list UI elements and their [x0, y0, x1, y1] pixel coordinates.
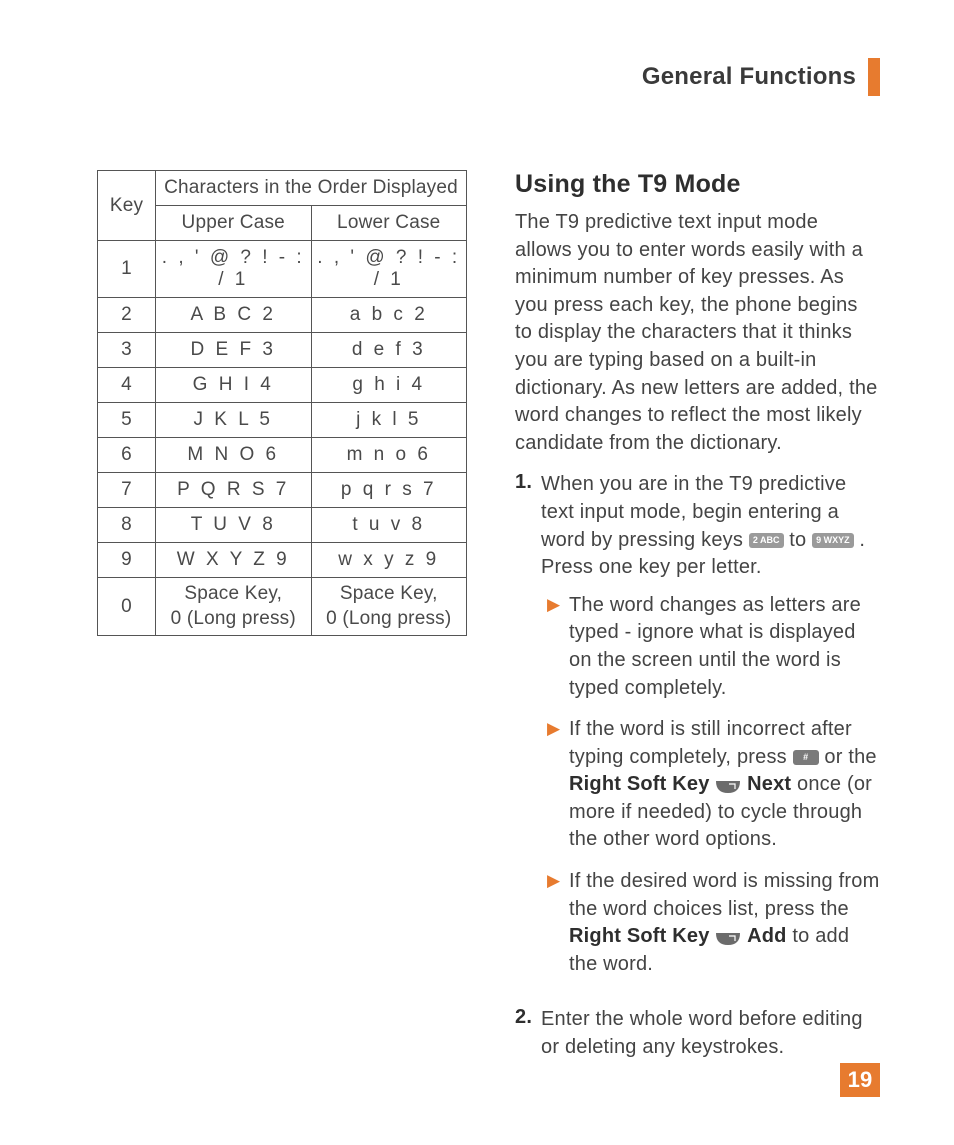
table-row: 4G H I 4g h i 4 [98, 368, 467, 403]
header-accent-bar [868, 58, 880, 96]
right-column: Using the T9 Mode The T9 predictive text… [515, 170, 880, 1076]
cell-key: 2 [98, 298, 156, 333]
sub-bullets: ▶ The word changes as letters are typed … [541, 592, 880, 979]
th-chars: Characters in the Order Displayed [156, 171, 467, 206]
bullet2-next: Next [747, 773, 791, 795]
cell-upper: W X Y Z 9 [156, 543, 312, 578]
table-row: 1. , ' @ ? ! - : / 1. , ' @ ? ! - : / 1 [98, 241, 467, 298]
page-header: General Functions [642, 58, 880, 96]
table-row: 9W X Y Z 9w x y z 9 [98, 543, 467, 578]
section-heading: Using the T9 Mode [515, 170, 880, 199]
cell-upper: G H I 4 [156, 368, 312, 403]
cell-lower: j k l 5 [311, 403, 467, 438]
cell-upper: P Q R S 7 [156, 473, 312, 508]
hash-key-icon: # [793, 750, 819, 765]
cell-upper: A B C 2 [156, 298, 312, 333]
cell-key: 4 [98, 368, 156, 403]
cell-lower: t u v 8 [311, 508, 467, 543]
step-number: 2. [515, 1006, 541, 1061]
cell-lower: m n o 6 [311, 438, 467, 473]
cell-upper: T U V 8 [156, 508, 312, 543]
cell-key: 5 [98, 403, 156, 438]
softkey-icon [715, 779, 741, 795]
key-9-icon: 9 WXYZ [812, 533, 854, 548]
arrow-icon: ▶ [547, 716, 569, 854]
cell-key: 9 [98, 543, 156, 578]
cell-lower: . , ' @ ? ! - : / 1 [311, 241, 467, 298]
key-2-icon: 2 ABC [749, 533, 784, 548]
cell-lower: w x y z 9 [311, 543, 467, 578]
header-title: General Functions [642, 63, 856, 91]
bullet3-body: If the desired word is missing from the … [569, 868, 880, 978]
cell-key: 3 [98, 333, 156, 368]
cell-upper: J K L 5 [156, 403, 312, 438]
cell-key: 8 [98, 508, 156, 543]
cell-key: 0 [98, 578, 156, 636]
bullet3-a: If the desired word is missing from the … [569, 870, 879, 920]
page-number: 19 [840, 1063, 880, 1097]
table-row: 5J K L 5j k l 5 [98, 403, 467, 438]
table-header-row-1: Key Characters in the Order Displayed [98, 171, 467, 206]
bullet2-b: or the [824, 746, 876, 768]
cell-key: 7 [98, 473, 156, 508]
steps-list: 1. When you are in the T9 predictive tex… [515, 471, 880, 1061]
arrow-icon: ▶ [547, 868, 569, 978]
bullet2-body: If the word is still incorrect after typ… [569, 716, 880, 854]
cell-lower: Space Key,0 (Long press) [311, 578, 467, 636]
table-row: 6M N O 6m n o 6 [98, 438, 467, 473]
key-character-table: Key Characters in the Order Displayed Up… [97, 170, 467, 636]
page-content: Key Characters in the Order Displayed Up… [97, 170, 880, 1076]
th-lower: Lower Case [311, 206, 467, 241]
cell-lower: d e f 3 [311, 333, 467, 368]
cell-key: 1 [98, 241, 156, 298]
table-row: 3D E F 3d e f 3 [98, 333, 467, 368]
cell-key: 6 [98, 438, 156, 473]
step-1: 1. When you are in the T9 predictive tex… [515, 471, 880, 992]
step-1-body: When you are in the T9 predictive text i… [541, 471, 880, 992]
th-key: Key [98, 171, 156, 241]
table-row: 0Space Key,0 (Long press)Space Key,0 (Lo… [98, 578, 467, 636]
bullet-3: ▶ If the desired word is missing from th… [547, 868, 880, 978]
table-row: 8T U V 8t u v 8 [98, 508, 467, 543]
cell-lower: p q r s 7 [311, 473, 467, 508]
table-row: 2A B C 2a b c 2 [98, 298, 467, 333]
softkey-icon [715, 931, 741, 947]
bullet2-rsk: Right Soft Key [569, 773, 710, 795]
step1-to: to [789, 529, 812, 551]
cell-upper: . , ' @ ? ! - : / 1 [156, 241, 312, 298]
cell-upper: M N O 6 [156, 438, 312, 473]
cell-upper: Space Key,0 (Long press) [156, 578, 312, 636]
bullet-1: ▶ The word changes as letters are typed … [547, 592, 880, 702]
bullet1-text: The word changes as letters are typed - … [569, 592, 880, 702]
step2-text: Enter the whole word before editing or d… [541, 1006, 880, 1061]
left-column: Key Characters in the Order Displayed Up… [97, 170, 467, 1076]
cell-lower: a b c 2 [311, 298, 467, 333]
cell-upper: D E F 3 [156, 333, 312, 368]
table-row: 7P Q R S 7p q r s 7 [98, 473, 467, 508]
arrow-icon: ▶ [547, 592, 569, 702]
intro-paragraph: The T9 predictive text input mode allows… [515, 209, 880, 457]
bullet3-rsk: Right Soft Key [569, 925, 710, 947]
step-number: 1. [515, 471, 541, 992]
step-2: 2. Enter the whole word before editing o… [515, 1006, 880, 1061]
bullet3-add: Add [747, 925, 786, 947]
cell-lower: g h i 4 [311, 368, 467, 403]
bullet-2: ▶ If the word is still incorrect after t… [547, 716, 880, 854]
th-upper: Upper Case [156, 206, 312, 241]
